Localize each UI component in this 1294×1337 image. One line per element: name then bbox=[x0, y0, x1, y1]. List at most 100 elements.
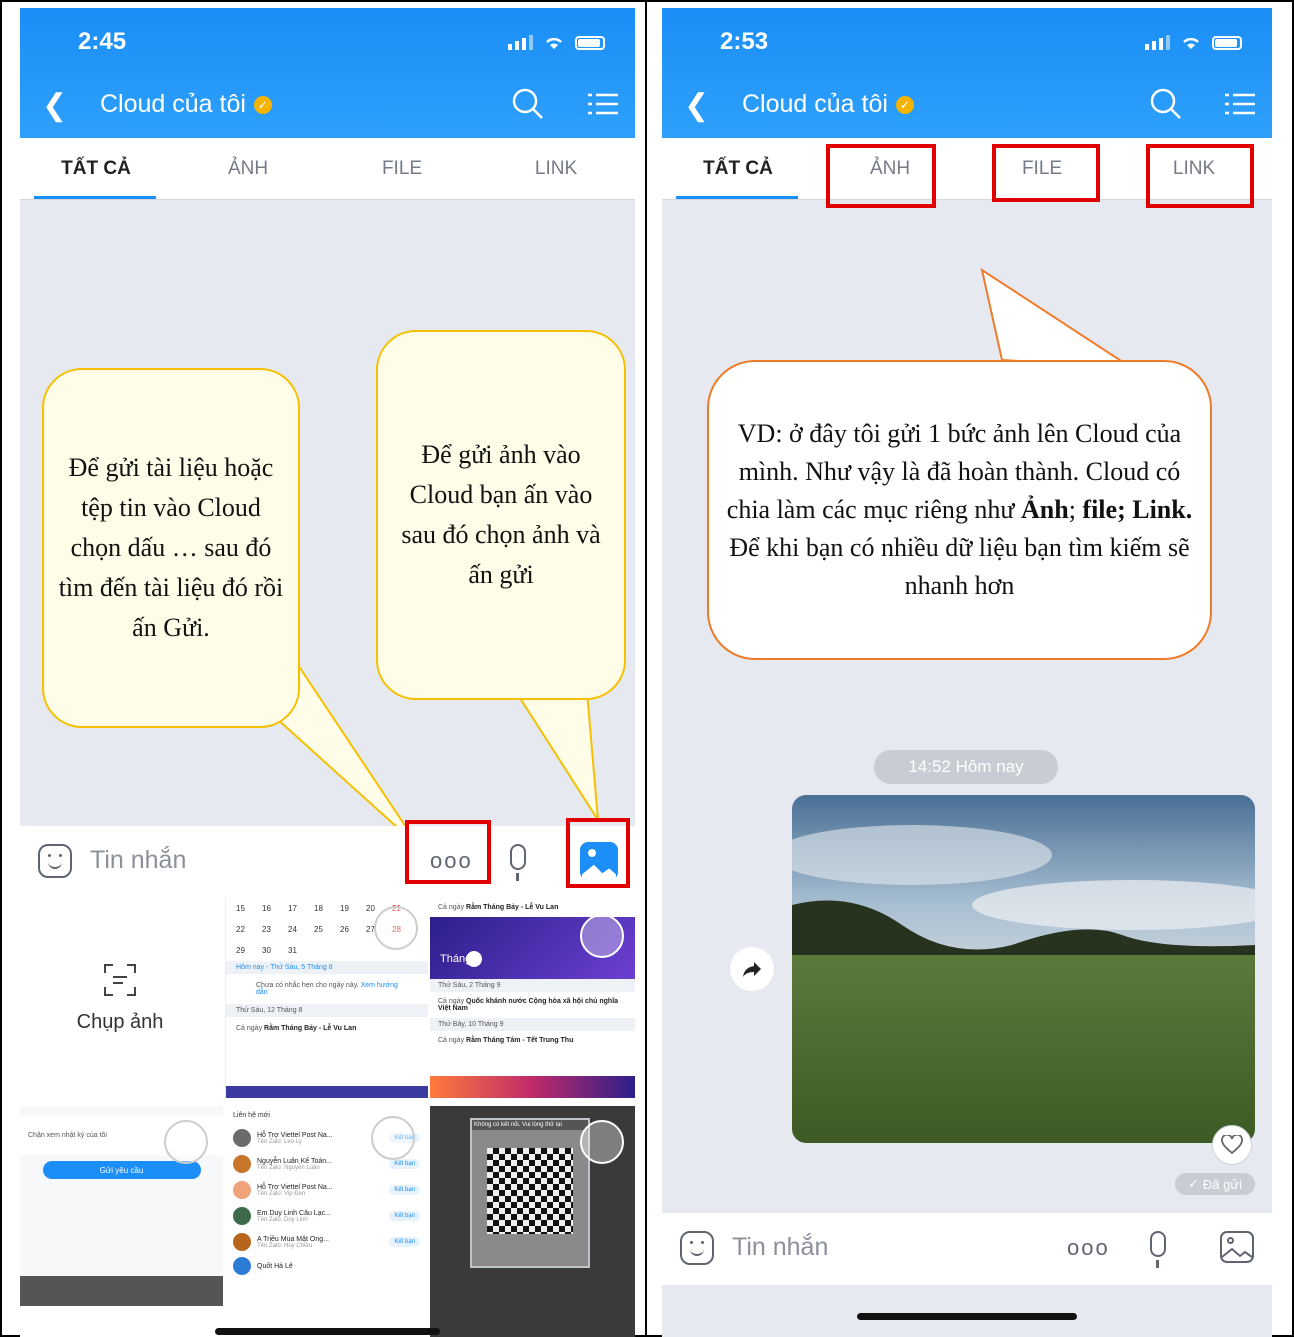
message-input[interactable]: Tin nhắn bbox=[732, 1233, 828, 1262]
react-button[interactable] bbox=[1212, 1125, 1252, 1165]
share-icon bbox=[743, 962, 761, 977]
day-cell: 17 bbox=[288, 904, 297, 913]
avatar bbox=[233, 1181, 251, 1199]
gallery-thumb-calendar[interactable]: 15 16 17 18 19 20 21 22 23 24 25 26 27 28 29 30 31 Hôm… bbox=[225, 898, 428, 1098]
contact-sub: Tên Zalo: Nguyễn Luân bbox=[257, 1164, 320, 1171]
callout-explanation: VD: ở đây tôi gửi 1 bức ảnh lên Cloud củ… bbox=[707, 360, 1212, 660]
qr-code bbox=[487, 1148, 573, 1234]
qr-banner: Không có kết nối. Vui lòng thử lại bbox=[472, 1120, 588, 1130]
gallery-thumb-moon[interactable]: Cả ngày Rằm Tháng Bảy - Lễ Vu Lan Tháng … bbox=[430, 898, 635, 1098]
home-indicator bbox=[857, 1313, 1077, 1320]
photo-gallery: Chụp ảnh 15 16 17 18 19 20 21 22 23 24 25 26 27 28 2… bbox=[20, 898, 635, 1337]
moon-event-mid: Cả ngày Quốc khánh nước Cộng hòa xã hội … bbox=[430, 992, 635, 1018]
avatar bbox=[233, 1129, 251, 1147]
contact-sub: Tên Zalo: Vip Đen bbox=[257, 1190, 306, 1197]
sent-photo[interactable] bbox=[792, 795, 1255, 1143]
select-circle[interactable] bbox=[374, 906, 418, 950]
day-cell: 24 bbox=[288, 925, 297, 934]
emoji-icon[interactable] bbox=[680, 1231, 714, 1265]
select-circle[interactable] bbox=[371, 1116, 415, 1160]
add-friend-button: Kết bạn bbox=[389, 1185, 420, 1195]
calendar-today: Hôm nay - Thứ Sáu, 5 Tháng 8 bbox=[226, 961, 428, 974]
camera-label: Chụp ảnh bbox=[76, 1010, 164, 1033]
left-phone-screen: 2:45 ❮ Cloud của tôi ✓ TẤT CẢ ẢNH FILE L… bbox=[20, 8, 635, 1337]
message-composer: Tin nhắn ooo bbox=[20, 826, 635, 898]
gallery-thumb-contacts[interactable]: Liên hệ mới Hỗ Trợ Viettel Post Na... Tên… bbox=[225, 1106, 428, 1337]
panel-divider bbox=[645, 0, 647, 1337]
qr-card: Không có kết nối. Vui lòng thử lại bbox=[470, 1118, 590, 1268]
message-composer: Tin nhắn ooo bbox=[662, 1213, 1272, 1285]
sent-status-text: Đã gửi bbox=[1202, 1176, 1242, 1192]
sent-status-badge: ✓ Đã gửi bbox=[1175, 1173, 1255, 1195]
more-icon[interactable]: ooo bbox=[1067, 1235, 1110, 1261]
select-circle[interactable] bbox=[580, 1120, 624, 1164]
select-circle[interactable] bbox=[164, 1120, 208, 1164]
add-friend-button: Kết bạn bbox=[389, 1159, 420, 1169]
image-icon[interactable] bbox=[1220, 1231, 1254, 1263]
moon-icon bbox=[466, 951, 482, 967]
moon-event-bottom: Cả ngày Rằm Tháng Tám - Tết Trung Thu bbox=[430, 1031, 635, 1050]
message-input[interactable]: Tin nhắn bbox=[90, 846, 186, 875]
contact-row: Em Duy Linh Câu Lạc... Tên Zalo: Duy Linh… bbox=[225, 1203, 428, 1229]
camera-tile[interactable]: Chụp ảnh bbox=[20, 898, 220, 1098]
calendar-footer-bar bbox=[226, 1086, 428, 1098]
day-cell: 15 bbox=[236, 904, 245, 913]
event-tag: Cả ngày bbox=[438, 1037, 465, 1044]
contact-row: A Triều Mua Mật Ong... Tên Zalo: Huy Chiề… bbox=[225, 1229, 428, 1255]
contact-name: Hỗ Trợ Viettel Post Na... bbox=[257, 1183, 333, 1191]
contact-name: Quốt Hà Lê bbox=[257, 1262, 293, 1270]
calendar-event: Cả ngày Rằm Tháng Bảy - Lễ Vu Lan bbox=[226, 1017, 428, 1040]
landscape-image bbox=[792, 795, 1255, 1143]
calendar-note: Chưa có nhắc hẹn cho ngày này. Xem hướng… bbox=[226, 974, 428, 1004]
home-indicator bbox=[215, 1328, 440, 1335]
day-cell: 22 bbox=[236, 925, 245, 934]
contact-row: Hỗ Trợ Viettel Post Na... Tên Zalo: Vip Đ… bbox=[225, 1177, 428, 1203]
event-name: Rằm Tháng Bảy - Lễ Vu Lan bbox=[264, 1025, 357, 1032]
scan-icon bbox=[104, 963, 136, 996]
moon-section-1: Thứ Sáu, 2 Tháng 9 bbox=[430, 979, 635, 992]
day-cell: 31 bbox=[288, 946, 297, 955]
callout-send-photo: Để gửi ảnh vào Cloud bạn ấn vào sau đó c… bbox=[376, 330, 626, 700]
mic-icon[interactable] bbox=[1150, 1231, 1166, 1268]
callout-send-docs: Để gửi tài liệu hoặc tệp tin vào Cloud c… bbox=[42, 368, 300, 728]
day-cell: 29 bbox=[236, 946, 245, 955]
day-cell: 23 bbox=[262, 925, 271, 934]
day-cell: 26 bbox=[340, 925, 349, 934]
callout-text-2: Để khi bạn có nhiều dữ liệu bạn tìm kiếm… bbox=[729, 533, 1190, 600]
day-cell: 18 bbox=[314, 904, 323, 913]
event-name: Quốc khánh nước Cộng hòa xã hội chủ nghĩ… bbox=[438, 998, 619, 1012]
gallery-thumb-qr[interactable]: Không có kết nối. Vui lòng thử lại bbox=[430, 1106, 635, 1337]
event-name: Rằm Tháng Bảy - Lễ Vu Lan bbox=[466, 904, 559, 911]
day-cell: 16 bbox=[262, 904, 271, 913]
calendar-section: Thứ Sáu, 12 Tháng 8 bbox=[226, 1004, 428, 1017]
contact-name: A Triều Mua Mật Ong... bbox=[257, 1235, 329, 1243]
contact-sub: Tên Zalo: Leo Ly bbox=[257, 1138, 302, 1145]
avatar bbox=[233, 1155, 251, 1173]
contact-sub: Tên Zalo: Duy Linh bbox=[257, 1216, 308, 1223]
contact-sub: Tên Zalo: Huy Chiều bbox=[257, 1242, 313, 1249]
request-button: Gửi yêu cầu bbox=[42, 1161, 201, 1179]
image-mountain bbox=[1222, 1247, 1252, 1258]
highlight-image-button bbox=[566, 818, 630, 888]
mic-icon[interactable] bbox=[510, 844, 526, 881]
contact-name: Hỗ Trợ Viettel Post Na... bbox=[257, 1131, 333, 1139]
event-tag: Cả ngày bbox=[438, 904, 465, 911]
right-phone-screen: 2:53 ❮ Cloud của tôi ✓ TẤT CẢ ẢNH FILE L… bbox=[662, 8, 1272, 1337]
add-friend-button: Kết bạn bbox=[389, 1211, 420, 1221]
add-friend-button: Kết bạn bbox=[389, 1237, 420, 1247]
share-button[interactable] bbox=[730, 947, 774, 991]
check-icon: ✓ bbox=[1188, 1176, 1199, 1191]
contact-row: Quốt Hà Lê bbox=[225, 1255, 428, 1277]
avatar bbox=[233, 1207, 251, 1225]
emoji-icon[interactable] bbox=[38, 844, 72, 878]
heart-icon bbox=[1221, 1135, 1243, 1155]
gallery-thumb-settings[interactable]: Chặn xem nhật ký của tôi Gửi yêu cầu bbox=[20, 1106, 223, 1306]
contact-name: Nguyễn Luân Kế Toán... bbox=[257, 1157, 332, 1165]
callout-sep: ; bbox=[1068, 495, 1083, 524]
avatar bbox=[233, 1233, 251, 1251]
callout-bold-2: file; Link. bbox=[1082, 495, 1193, 524]
calendar-note-text: Chưa có nhắc hẹn cho ngày này. bbox=[256, 982, 359, 989]
message-timestamp: 14:52 Hôm nay bbox=[874, 750, 1058, 784]
day-cell: 30 bbox=[262, 946, 271, 955]
select-circle[interactable] bbox=[580, 914, 624, 958]
